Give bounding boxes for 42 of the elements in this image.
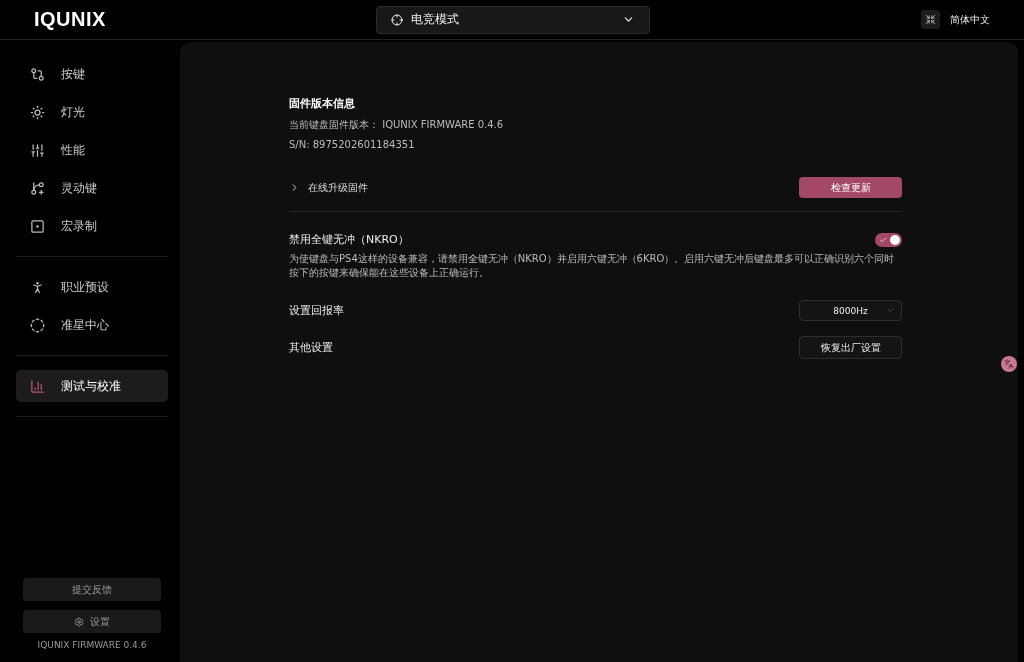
crosshair-icon — [391, 13, 403, 26]
branch-plus-icon — [30, 180, 45, 196]
feedback-button[interactable]: 提交反馈 — [23, 578, 161, 601]
connector-icon — [30, 66, 45, 82]
translate-icon[interactable] — [1001, 356, 1017, 372]
sun-icon — [30, 104, 45, 120]
sliders-icon — [30, 142, 45, 158]
settings-icon — [74, 616, 84, 627]
shrink-button[interactable] — [921, 10, 940, 29]
shrink-icon — [925, 14, 936, 25]
mode-select[interactable]: 电竞模式 — [376, 5, 650, 34]
logo: IQUNIX — [34, 8, 107, 31]
sidebar-item[interactable]: 宏录制 — [16, 210, 168, 242]
setting-label: 其他设置 — [289, 340, 333, 355]
bar-chart-icon — [30, 378, 45, 394]
circle-icon — [30, 317, 45, 333]
check-icon — [879, 235, 887, 244]
nkro-toggle[interactable] — [875, 232, 902, 247]
sidebar-item[interactable]: 准星中心 — [16, 309, 168, 341]
sidebar-item[interactable]: 测试与校准 — [16, 370, 168, 402]
settings-button[interactable]: 设置 — [23, 610, 161, 633]
factory-reset-button[interactable]: 恢复出厂设置 — [799, 336, 902, 359]
setting-label: 设置回报率 — [289, 303, 344, 318]
serial-number: S/N: 8975202601184351 — [289, 139, 416, 150]
sidebar-item[interactable]: 灵动键 — [16, 172, 168, 204]
section-title: 固件版本信息 — [289, 96, 356, 111]
check-update-button[interactable]: 检查更新 — [799, 177, 902, 198]
firmware-version: IQUNIX FIRMWARE 0.4.6 — [37, 640, 147, 650]
sidebar-item[interactable]: 灯光 — [16, 96, 168, 128]
online-upgrade-expander[interactable]: 在线升级固件 — [289, 180, 368, 195]
polling-rate-select[interactable]: 8000Hz — [799, 300, 902, 321]
setting-label: 禁用全键无冲（NKRO） — [289, 232, 409, 247]
setting-description: 为使键盘与PS4这样的设备兼容，请禁用全键无冲（NKRO）并启用六键无冲（6KRO）。启用六键无冲后键盘最多可以正确识别六个同时按下的按键来确保能在这些设备上正确运行。 — [289, 252, 896, 280]
language-button[interactable]: 简体中文 — [950, 12, 990, 27]
sidebar-item[interactable]: 性能 — [16, 134, 168, 166]
firmware-version: 当前键盘固件版本： IQUNIX FIRMWARE 0.4.6 — [289, 118, 505, 132]
sidebar-item[interactable]: 按键 — [16, 58, 168, 90]
person-icon — [30, 279, 45, 295]
chevron-down-icon — [886, 306, 895, 315]
translate-glyph-icon — [1004, 359, 1014, 369]
sidebar-item[interactable]: 职业预设 — [16, 271, 168, 303]
dotted-square-icon — [30, 218, 45, 234]
